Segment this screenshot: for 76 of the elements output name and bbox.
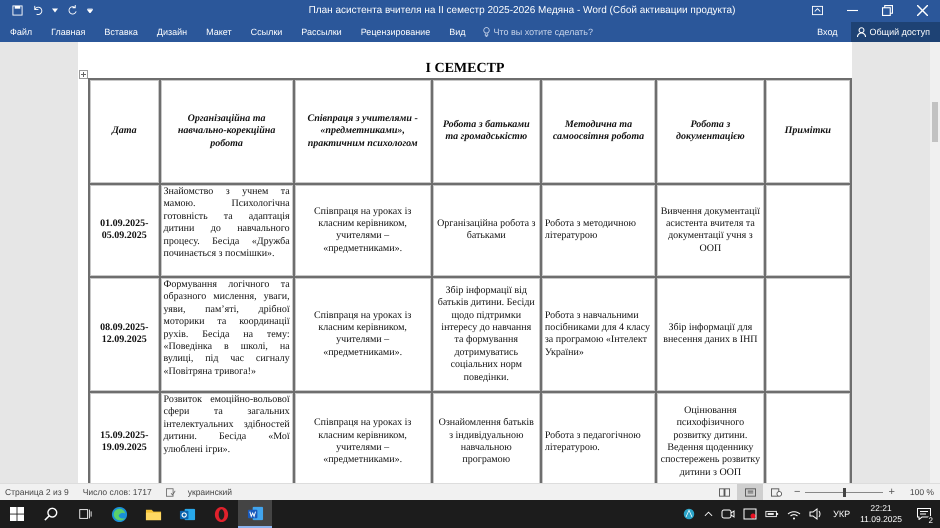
ribbon-display-icon[interactable] bbox=[812, 5, 823, 16]
table-cell: Збір інформації для внесення даних в ІНП bbox=[656, 276, 765, 392]
wifi-icon[interactable] bbox=[787, 508, 802, 520]
clock-date[interactable]: 11.09.2025 bbox=[860, 514, 902, 525]
caret-icon[interactable] bbox=[52, 8, 58, 14]
notification-button[interactable]: 2 bbox=[912, 500, 936, 528]
close-icon[interactable] bbox=[917, 5, 928, 16]
battery-icon[interactable] bbox=[765, 508, 780, 520]
task-view-icon[interactable] bbox=[78, 507, 92, 521]
save-icon[interactable] bbox=[12, 5, 23, 16]
table-move-handle-icon[interactable] bbox=[79, 70, 88, 79]
undo-icon[interactable] bbox=[32, 5, 43, 16]
ribbon-tab[interactable]: Дизайн bbox=[150, 24, 194, 39]
redo-icon[interactable] bbox=[67, 5, 78, 16]
word-count[interactable]: Число слов: 1717 bbox=[82, 487, 152, 497]
clock-time[interactable]: 22:21 bbox=[870, 503, 892, 514]
ribbon-tab[interactable]: Файл bbox=[4, 24, 38, 39]
swirl-icon bbox=[110, 506, 128, 522]
restore-icon[interactable] bbox=[882, 5, 893, 16]
lightbulb-icon bbox=[482, 26, 490, 37]
table-cell: Робота з навчальними посібниками для 4 класу за програмою «Інтелект України» bbox=[540, 276, 656, 392]
speaker-icon[interactable] bbox=[809, 508, 824, 520]
document-app-icon bbox=[246, 504, 264, 522]
column-header: Методична та самоосвітня робота bbox=[552, 119, 644, 142]
page-counter[interactable]: Страница 2 из 9 bbox=[5, 487, 69, 497]
table-cell: Вивчення документації асистента вчителя та документації учня з ООП bbox=[656, 184, 765, 277]
ribbon-tab[interactable]: Рассылки bbox=[295, 24, 348, 39]
zoom-out-button[interactable]: − bbox=[794, 486, 800, 498]
book-icon bbox=[718, 488, 730, 496]
table-cell: Співпраця на уроках із класним керівником, учителями – «предметниками». bbox=[294, 276, 432, 392]
search-icon[interactable] bbox=[44, 507, 58, 521]
table-cell: Організаційна робота з батьками bbox=[432, 184, 541, 277]
ribbon-tab[interactable]: Макет bbox=[200, 24, 238, 39]
view-button[interactable] bbox=[737, 484, 764, 500]
customize-caret-icon[interactable] bbox=[87, 8, 93, 14]
ribbon-tab[interactable]: Рецензирование bbox=[354, 24, 436, 39]
language-indicator[interactable]: украинский bbox=[188, 487, 232, 497]
start-icon[interactable] bbox=[10, 507, 24, 521]
input-language[interactable]: УКР bbox=[833, 509, 850, 519]
table-cell: Збір інформації від батьків дитини. Бесіди щодо підтримки інтересу до навчання та формування дотримуватись соціальних норм поведінки. bbox=[432, 276, 541, 392]
search-field[interactable]: Что вы хотите сделать? bbox=[482, 26, 624, 37]
column-header: Робота з документацією bbox=[676, 119, 745, 142]
table-cell: Знайомство з учнем та мамою. Психологічна готовність та адаптація дитини до навчального процесу. Бесіда «Дружба починається з посмішки». bbox=[160, 184, 294, 277]
table-cell: 08.09.2025-12.09.2025 bbox=[89, 276, 160, 392]
ribbon-tab[interactable]: Вставка bbox=[98, 24, 144, 39]
table-cell: Співпраця на уроках із класним керівником, учителями – «предметниками». bbox=[294, 184, 432, 277]
table-cell: Формування логічного та образного мислення, уваги, уяви, пам’яті, дрібної моторики та координації рухів. Бесіда на тему: «Поведінка в школі, на вулиці, під час сигналу «Повітряна тривога!» bbox=[160, 276, 294, 392]
sign-in-link[interactable]: Вход bbox=[811, 24, 844, 39]
document-heading: І СЕМЕСТР bbox=[424, 60, 506, 78]
column-header: Дата bbox=[112, 125, 137, 136]
page-layout-icon bbox=[744, 488, 756, 496]
security-icon[interactable] bbox=[743, 508, 758, 520]
camera-icon[interactable] bbox=[721, 508, 736, 520]
ribbon-tab[interactable]: Главная bbox=[45, 24, 92, 39]
globe-app-icon[interactable] bbox=[682, 508, 696, 520]
table-cell: 15.09.2025-19.09.2025 bbox=[89, 392, 160, 483]
share-button[interactable]: Общий доступ bbox=[850, 22, 940, 42]
table-cell: Робота з методичною літературою bbox=[540, 184, 656, 277]
chevron-up-icon[interactable] bbox=[704, 511, 714, 517]
column-header: Співпраця з учителями - «предметниками», практичним психологом bbox=[308, 112, 418, 149]
scrollbar-thumb[interactable] bbox=[932, 102, 938, 142]
table-cell: 01.09.2025-05.09.2025 bbox=[89, 184, 160, 277]
notification-count: 2 bbox=[926, 516, 935, 525]
ribbon-tab[interactable]: Вид bbox=[443, 24, 472, 39]
person-icon bbox=[856, 26, 866, 37]
ring-icon bbox=[212, 506, 230, 522]
column-header: Робота з батьками та громадськістю bbox=[442, 119, 530, 142]
window-title: План асистента вчителя на ІІ семестр 2025-2026 Медяна - Word (Сбой активации продукта) bbox=[308, 5, 736, 16]
zoom-slider-thumb[interactable] bbox=[843, 488, 846, 496]
zoom-in-button[interactable]: + bbox=[888, 486, 895, 498]
web-layout-icon bbox=[770, 488, 782, 496]
column-header: Примітки bbox=[784, 125, 831, 136]
zoom-level[interactable]: 100 % bbox=[910, 487, 934, 497]
proofing-icon[interactable] bbox=[166, 488, 176, 496]
column-header: Організаційна та навчально-корекційна робота bbox=[178, 112, 276, 149]
ribbon-tab[interactable]: Ссылки bbox=[244, 24, 288, 39]
